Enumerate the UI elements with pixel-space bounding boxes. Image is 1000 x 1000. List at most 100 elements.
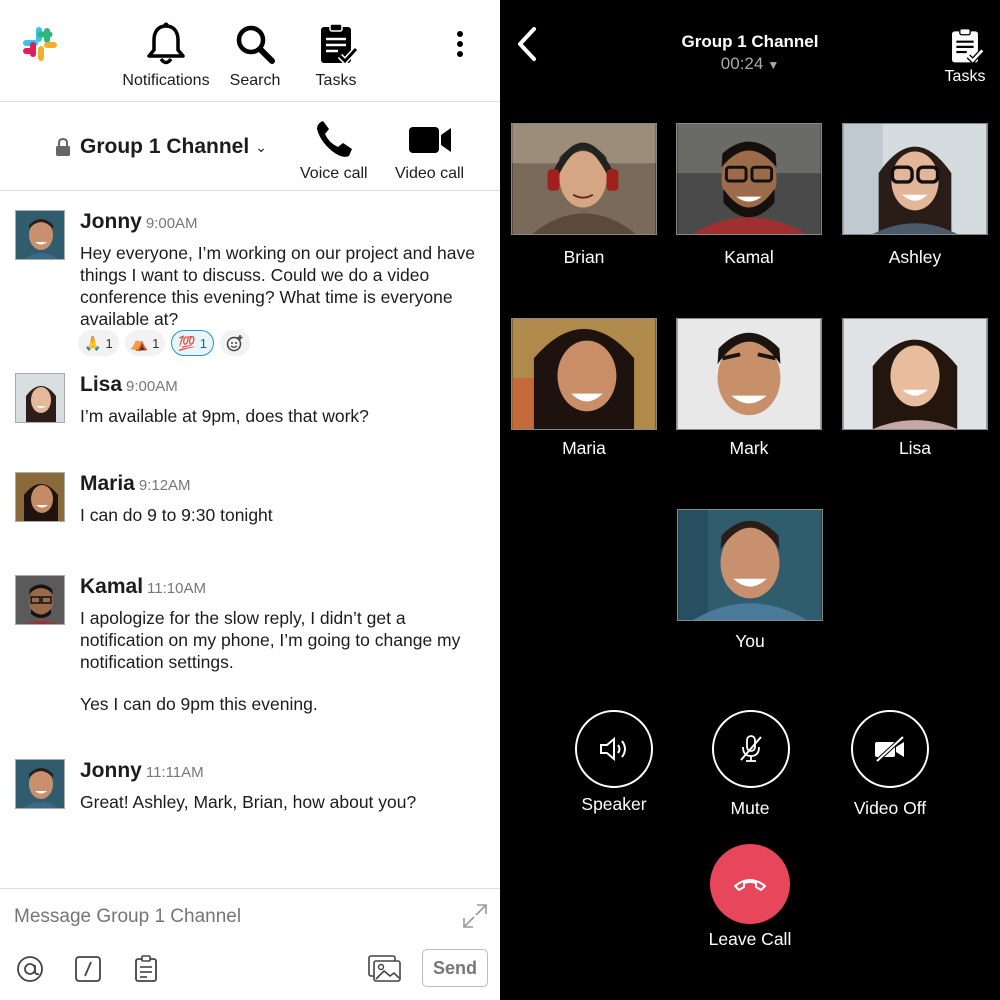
speaker-icon [600,736,626,762]
hundred-emoji-icon: 💯 [178,334,196,351]
call-title: Group 1 Channel [681,32,819,51]
slash-command-icon[interactable] [74,955,102,983]
call-tasks-label: Tasks [944,68,986,85]
message-author[interactable]: Lisa 9:00AM [80,373,178,397]
participant-tile-lisa[interactable] [842,318,988,430]
reaction-bar: 🙏 1 ⛺ 1 💯 1 [78,330,251,356]
reaction-count: 1 [105,335,113,351]
notifications-button[interactable]: Notifications [118,22,214,94]
clipboard-check-icon [952,28,984,65]
leave-call-label: Leave Call [708,929,792,949]
top-nav-bar: Notifications Search Tasks [0,0,500,102]
chat-panel: Notifications Search Tasks Group 1 Chann… [0,0,500,1000]
message-author[interactable]: Jonny 11:11AM [80,759,204,783]
avatar-jonny [16,211,64,259]
back-arrow-icon[interactable] [514,26,540,62]
search-icon [236,25,275,64]
participant-tile-brian[interactable] [511,123,657,235]
channel-title-button[interactable]: Group 1 Channel ⌄ [56,135,267,159]
participant-tile-maria[interactable] [511,318,657,430]
more-options-icon[interactable] [448,30,472,60]
speaker-label: Speaker [581,794,647,814]
reaction-count: 1 [199,335,208,351]
message-body: I’m available at 9pm, does that work? [80,405,480,427]
avatar-maria [16,473,64,521]
reaction-100[interactable]: 💯 1 [171,330,215,356]
clipboard-icon[interactable] [132,955,160,983]
message-text: Hey everyone, I’m working on our project… [80,243,475,329]
avatar[interactable] [15,759,65,809]
avatar[interactable] [15,472,65,522]
mute-button[interactable] [712,710,790,788]
message-author[interactable]: Jonny 9:00AM [80,210,198,234]
phone-icon [316,121,352,157]
notifications-label: Notifications [122,72,210,89]
send-button[interactable]: Send [422,949,488,987]
participant-tile-ashley[interactable] [842,123,988,235]
participant-video-ashley [843,124,987,234]
message-text: I apologize for the slow reply, I didn’t… [80,608,461,672]
reaction-count: 1 [152,335,160,351]
participant-name: Kamal [724,247,774,267]
bell-icon [147,22,185,65]
message-time: 11:11AM [145,764,204,781]
participant-video-maria [512,319,656,429]
video-camera-icon [408,127,451,153]
message-body: Great! Ashley, Mark, Brian, how about yo… [80,791,480,813]
avatar[interactable] [15,373,65,423]
participant-name: Mark [729,438,769,458]
leave-call-button[interactable] [710,844,790,924]
voice-call-label: Voice call [300,165,368,182]
message-text: I can do 9 to 9:30 tonight [80,505,273,525]
video-off-button[interactable] [851,710,929,788]
call-tasks-button[interactable]: Tasks [940,26,990,86]
channel-header: Group 1 Channel ⌄ Voice call Video call [0,103,500,191]
message-text: Yes I can do 9pm this evening. [80,694,318,714]
expand-icon[interactable] [462,903,488,929]
participant-tile-mark[interactable] [676,318,822,430]
participant-video-kamal [677,124,821,234]
avatar[interactable] [15,210,65,260]
message-text: I’m available at 9pm, does that work? [80,406,369,426]
participant-name: Ashley [888,247,942,267]
at-mention-icon[interactable] [16,955,44,983]
participant-video-mark [677,319,821,429]
participant-video-you [678,510,822,620]
participant-name: You [735,631,765,651]
triangle-down-icon: ▼ [767,58,780,72]
message-author[interactable]: Maria 9:12AM [80,472,191,496]
tasks-label: Tasks [315,72,357,89]
avatar[interactable] [15,575,65,625]
tasks-button[interactable]: Tasks [288,22,384,94]
photo-gallery-icon[interactable] [368,955,402,983]
participant-tile-you[interactable] [677,509,823,621]
pray-emoji-icon: 🙏 [84,334,102,351]
avatar-jonny [16,760,64,808]
message-list: Jonny 9:00AM Hey everyone, I’m working on… [0,192,500,887]
message-author[interactable]: Kamal 11:10AM [80,575,206,599]
hang-up-icon [734,879,766,891]
message-composer: Send [0,888,500,1000]
message-time: 9:12AM [138,477,191,494]
add-reaction-icon [226,335,243,352]
video-call-button[interactable]: Video call [395,119,464,183]
message-text: Great! Ashley, Mark, Brian, how about yo… [80,792,417,812]
message-time: 9:00AM [126,378,178,395]
participant-name: Maria [562,438,606,458]
slack-logo-icon[interactable] [22,26,58,62]
tent-emoji-icon: ⛺ [130,334,149,351]
participant-name: Brian [563,247,605,267]
call-timer[interactable]: 00:24 ▼ [650,54,850,74]
message-body: I can do 9 to 9:30 tonight [80,504,480,526]
video-off-label: Video Off [853,798,927,818]
message-input[interactable] [14,903,434,931]
reaction-pray[interactable]: 🙏 1 [78,330,119,356]
avatar-lisa [16,374,64,422]
reaction-tent[interactable]: ⛺ 1 [124,330,166,356]
avatar-kamal [16,576,64,624]
voice-call-button[interactable]: Voice call [300,119,368,183]
add-reaction-button[interactable] [220,330,251,356]
participant-tile-kamal[interactable] [676,123,822,235]
clipboard-check-icon [321,23,358,66]
speaker-button[interactable] [575,710,653,788]
